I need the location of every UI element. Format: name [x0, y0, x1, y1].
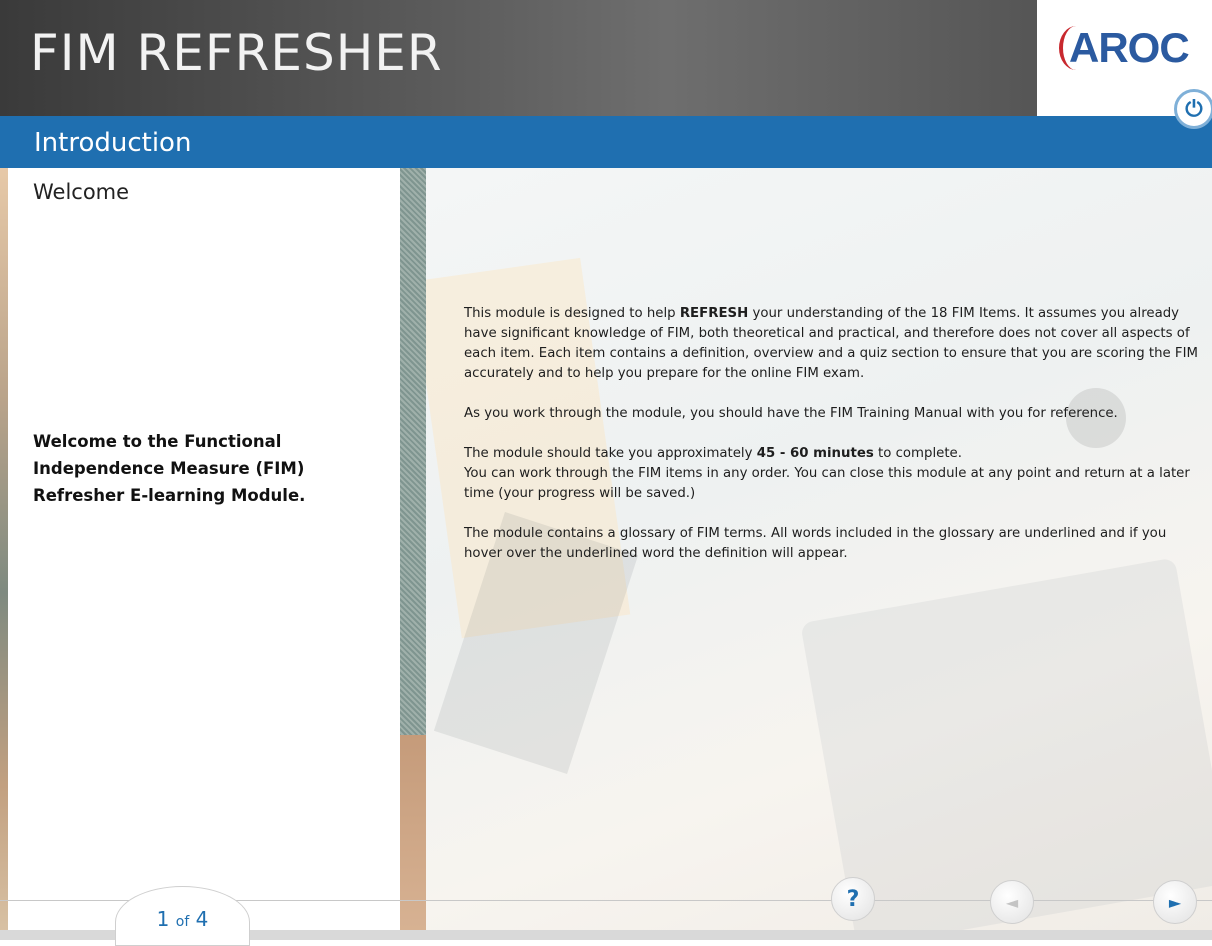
paragraph-manual: As you work through the module, you shou… — [464, 406, 1118, 421]
paragraph-duration: The module should take you approximately… — [464, 444, 1199, 504]
power-button[interactable]: ⏻ — [1174, 89, 1212, 129]
paragraph-emphasis: 45 - 60 minutes — [756, 446, 874, 461]
section-title: Introduction — [34, 128, 192, 158]
current-page: 1 — [156, 907, 170, 931]
section-bar: Introduction — [0, 116, 1212, 169]
paragraph-intro: This module is designed to help REFRESH … — [464, 304, 1199, 384]
content-body: This module is designed to help REFRESH … — [464, 304, 1199, 584]
panel-divider-image — [400, 735, 426, 940]
paragraph-emphasis: REFRESH — [679, 306, 749, 321]
paragraph-text: to complete. — [873, 446, 962, 461]
paragraph-text: The module should take you approximately — [464, 446, 757, 461]
total-pages: 4 — [195, 907, 209, 931]
welcome-heading: Welcome — [33, 180, 130, 204]
paragraph-text: You can work through the FIM items in an… — [464, 466, 1190, 501]
app-title: FIM REFRESHER — [30, 24, 443, 82]
paragraph-glossary: The module contains a glossary of FIM te… — [464, 526, 1167, 561]
back-arrow-icon: ◄ — [1005, 892, 1019, 912]
help-icon: ? — [846, 886, 860, 912]
next-button[interactable]: ► — [1153, 880, 1197, 924]
left-panel — [0, 168, 400, 940]
power-icon: ⏻ — [1185, 96, 1203, 122]
next-arrow-icon: ► — [1168, 892, 1182, 912]
back-button[interactable]: ◄ — [990, 880, 1034, 924]
content-panel: This module is designed to help REFRESH … — [426, 168, 1212, 940]
welcome-intro-text: Welcome to the Functional Independence M… — [33, 432, 306, 505]
logo-text: AROC — [1069, 24, 1190, 71]
left-edge-image — [0, 168, 8, 940]
page-of-label: of — [175, 914, 190, 930]
app-header: FIM REFRESHER AROC — [0, 0, 1212, 116]
help-button[interactable]: ? — [831, 877, 875, 921]
paragraph-text: This module is designed to help — [464, 306, 680, 321]
